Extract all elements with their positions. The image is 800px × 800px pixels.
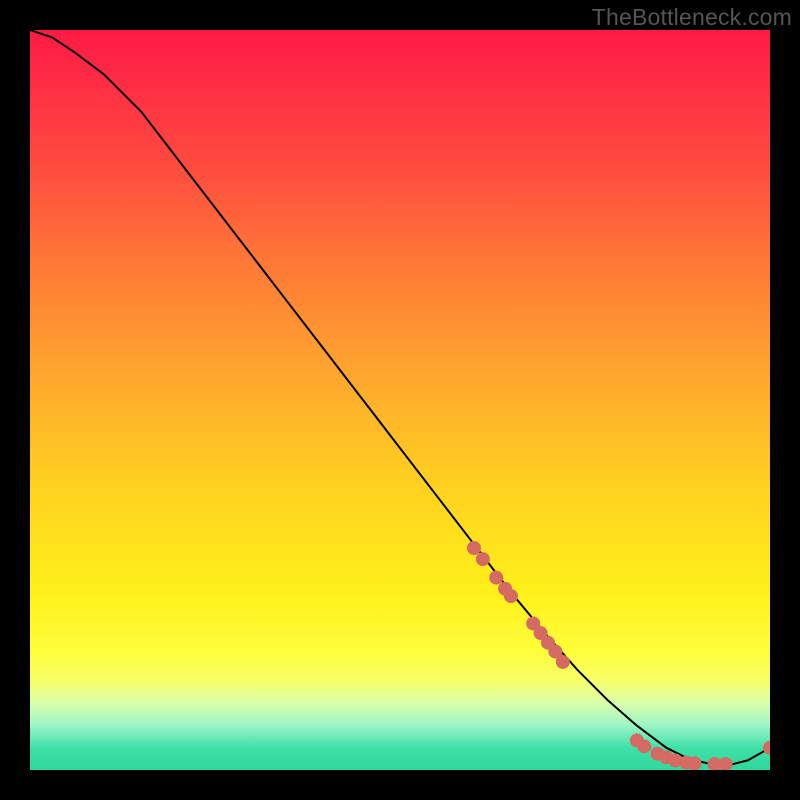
curve-marker [489,571,503,585]
curve-markers [467,541,770,770]
curve-marker [719,757,733,770]
curve-marker [476,552,490,566]
curve-layer [30,30,770,770]
watermark-text: TheBottleneck.com [592,4,792,31]
bottleneck-curve [30,30,770,764]
curve-marker [556,655,570,669]
curve-marker [688,756,702,770]
curve-marker [637,739,651,753]
curve-marker [763,741,770,755]
curve-marker [467,541,481,555]
curve-marker [504,589,518,603]
plot-area [30,30,770,770]
chart-container: TheBottleneck.com [0,0,800,800]
